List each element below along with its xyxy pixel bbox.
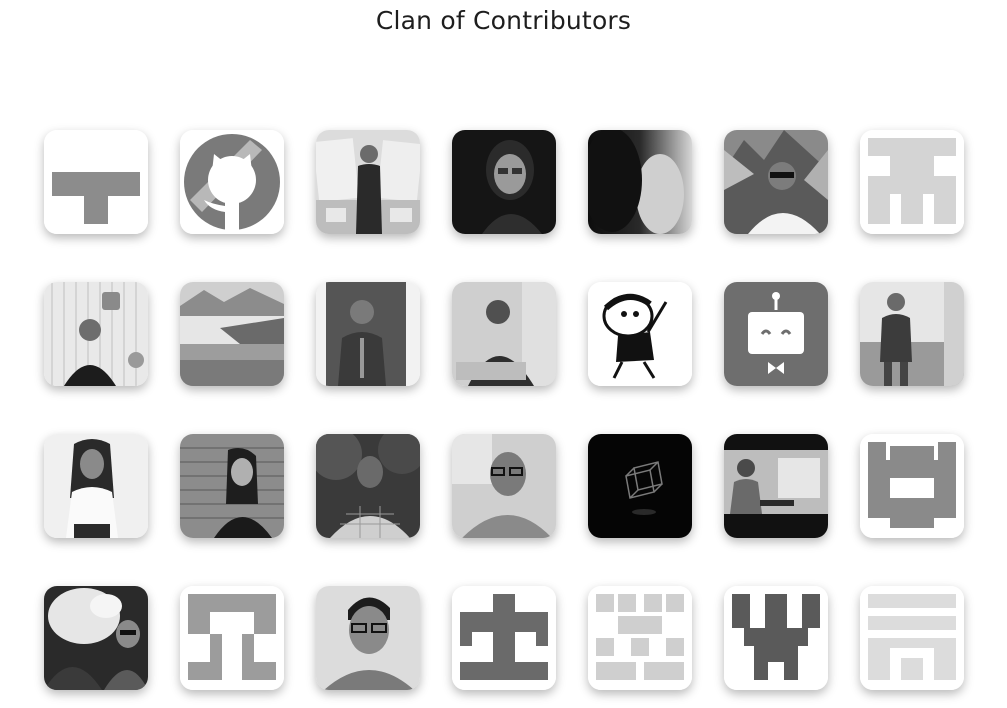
contributor-avatar-12[interactable] [588, 282, 692, 386]
robot-bot-icon [724, 282, 828, 386]
photo-lake-landscape [180, 282, 284, 386]
contributor-avatar-26[interactable] [588, 586, 692, 690]
contributor-avatar-6[interactable] [724, 130, 828, 234]
photo-man-traditional-wear [316, 282, 420, 386]
photo-man-glasses-smile [452, 434, 556, 538]
wireframe-cube-icon [588, 434, 692, 538]
contributor-avatar-16[interactable] [180, 434, 284, 538]
contributor-avatar-15[interactable] [44, 434, 148, 538]
contributor-avatar-14[interactable] [860, 282, 964, 386]
contributor-avatar-17[interactable] [316, 434, 420, 538]
contributor-avatar-9[interactable] [180, 282, 284, 386]
identicon-t-icon [44, 130, 148, 234]
identicon-light-gray-icon [860, 130, 964, 234]
contributor-avatar-5[interactable] [588, 130, 692, 234]
photo-dark-closeup [588, 130, 692, 234]
contributor-avatar-23[interactable] [180, 586, 284, 690]
contributor-avatar-28[interactable] [860, 586, 964, 690]
contributor-avatar-20[interactable] [724, 434, 828, 538]
identicon-cross-icon [452, 586, 556, 690]
contributor-avatar-1[interactable] [44, 130, 148, 234]
contributor-avatar-10[interactable] [316, 282, 420, 386]
identicon-w-icon [724, 586, 828, 690]
photo-man-glasses-portrait [316, 586, 420, 690]
photo-woman-smiling-white [44, 434, 148, 538]
contributor-avatar-25[interactable] [452, 586, 556, 690]
photo-woman-field [860, 282, 964, 386]
contributor-avatar-21[interactable] [860, 434, 964, 538]
photo-man-laptop-desk [724, 434, 828, 538]
identicon-arch-icon [180, 586, 284, 690]
contributor-avatar-4[interactable] [452, 130, 556, 234]
identicon-checker-icon [588, 586, 692, 690]
github-octocat-icon [180, 130, 284, 234]
contributor-avatar-13[interactable] [724, 282, 828, 386]
contributor-avatar-7[interactable] [860, 130, 964, 234]
photo-man-laptop-window [452, 282, 556, 386]
cartoon-shinchan-icon [588, 282, 692, 386]
identicon-m-icon [860, 586, 964, 690]
identicon-castle-icon [860, 434, 964, 538]
contributor-avatar-22[interactable] [44, 586, 148, 690]
photo-man-checked-shirt [316, 434, 420, 538]
photo-man-sunglasses-mountains [724, 130, 828, 234]
contributor-avatar-2[interactable] [180, 130, 284, 234]
contributor-avatar-8[interactable] [44, 282, 148, 386]
contributors-grid [44, 130, 964, 690]
photo-woman-glasses-dark [452, 130, 556, 234]
contributor-avatar-19[interactable] [588, 434, 692, 538]
page-title: Clan of Contributors [375, 6, 632, 35]
contributor-avatar-24[interactable] [316, 586, 420, 690]
contributor-avatar-11[interactable] [452, 282, 556, 386]
photo-two-people-mascot [44, 586, 148, 690]
photo-woman-brick-wall [180, 434, 284, 538]
photo-woman-stage [316, 130, 420, 234]
contributor-avatar-18[interactable] [452, 434, 556, 538]
contributor-avatar-3[interactable] [316, 130, 420, 234]
contributor-avatar-27[interactable] [724, 586, 828, 690]
photo-man-social-wall [44, 282, 148, 386]
